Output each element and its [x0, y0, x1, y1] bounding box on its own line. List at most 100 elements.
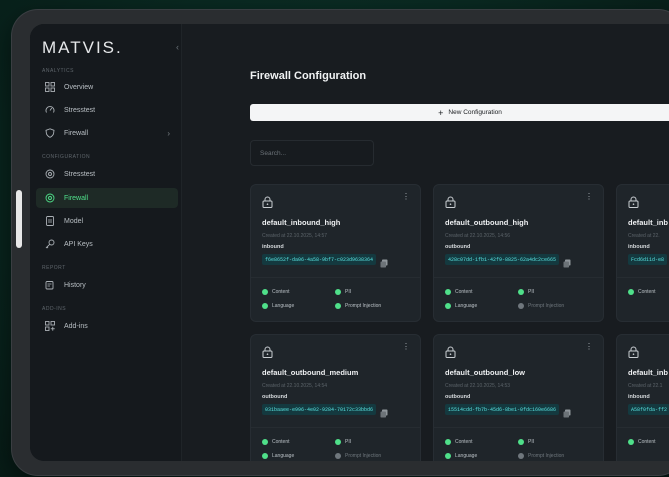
config-id: 031baaee-e996-4e02-9284-70172c33bbd6 — [262, 404, 377, 415]
sidebar-item-label: API Keys — [64, 240, 93, 248]
guard-tag-label: Language — [455, 453, 478, 459]
sidebar-item-add-ins[interactable]: Add-ins — [36, 316, 178, 336]
app-logo: MATVIS. — [42, 38, 123, 57]
more-options-icon[interactable]: ⋮ — [402, 192, 410, 201]
guard-tag: Language — [262, 453, 294, 459]
shield-check-icon — [335, 453, 341, 459]
main-content: Firewall Configuration + New Configurati… — [182, 24, 669, 461]
sidebar-item-history[interactable]: History — [36, 275, 178, 295]
guard-tag: Content — [628, 439, 656, 445]
copy-icon[interactable] — [563, 255, 571, 273]
copy-icon[interactable] — [380, 405, 388, 423]
guard-tag-label: Prompt Injection — [345, 303, 382, 309]
sidebar-item-firewall-config[interactable]: Firewall — [36, 188, 178, 208]
guard-tag: Content — [445, 289, 473, 295]
lock-icon — [262, 195, 273, 213]
add-grid-icon — [44, 320, 56, 332]
firewall-config-card[interactable]: ⋮ default_outbound_low Created at 22.10.20… — [433, 334, 604, 461]
sidebar-item-label: Stresstest — [64, 170, 96, 178]
search-box[interactable] — [250, 140, 374, 166]
new-configuration-button[interactable]: + New Configuration — [250, 104, 669, 121]
guard-tag: Language — [445, 453, 477, 459]
sidebar-item-overview[interactable]: Overview — [36, 77, 178, 97]
guard-tag: Prompt Injection — [518, 303, 564, 309]
sidebar-item-firewall-analytics[interactable]: Firewall › — [36, 123, 178, 143]
copy-icon[interactable] — [380, 255, 388, 273]
guard-tag-label: Content — [638, 289, 656, 295]
key-icon — [44, 238, 56, 250]
card-divider — [617, 277, 669, 278]
guard-tag: Prompt Injection — [518, 453, 564, 459]
config-direction: inbound — [262, 244, 284, 250]
gauge-icon — [44, 104, 56, 116]
shield-check-icon — [445, 289, 451, 295]
config-name: default_inbound_high — [262, 218, 341, 227]
guard-tag-label: Language — [455, 303, 478, 309]
firewall-config-card[interactable]: ⋮default_inbCreated at 22.1inboundA58f0f… — [616, 334, 669, 461]
more-options-icon[interactable]: ⋮ — [402, 342, 410, 351]
shield-check-icon — [445, 439, 451, 445]
more-options-icon[interactable]: ⋮ — [585, 192, 593, 201]
more-options-icon[interactable]: ⋮ — [585, 342, 593, 351]
config-id: A58f0fda-ff2 — [628, 404, 669, 415]
shield-check-icon — [518, 453, 524, 459]
search-input[interactable] — [260, 149, 373, 157]
sidebar-item-label: History — [64, 281, 86, 289]
sidebar-item-api-keys[interactable]: API Keys — [36, 234, 178, 254]
chevron-right-icon: › — [167, 128, 170, 138]
shield-check-icon — [518, 439, 524, 445]
shield-check-icon — [445, 303, 451, 309]
guard-tag: PII — [518, 439, 534, 445]
shield-settings-icon — [44, 192, 56, 204]
shield-check-icon — [262, 303, 268, 309]
plus-icon: + — [438, 107, 444, 118]
guard-tag-label: Language — [272, 453, 295, 459]
config-name: default_outbound_low — [445, 368, 525, 377]
config-name: default_outbound_medium — [262, 368, 359, 377]
guard-tag: Prompt Injection — [335, 453, 381, 459]
sidebar-item-label: Firewall — [64, 194, 89, 202]
app-screen: MATVIS. ‹ ANALYTICS Overview Stresstest … — [30, 24, 669, 461]
sidebar-item-stresstest-analytics[interactable]: Stresstest — [36, 100, 178, 120]
copy-icon[interactable] — [563, 405, 571, 423]
shield-check-icon — [628, 439, 634, 445]
firewall-config-card[interactable]: ⋮ default_outbound_high Created at 22.10.2… — [433, 184, 604, 322]
guard-tag-label: PII — [345, 439, 352, 445]
sidebar-item-model[interactable]: Model — [36, 211, 178, 231]
sidebar-item-stresstest-config[interactable]: Stresstest — [36, 164, 178, 184]
card-divider — [434, 277, 603, 278]
shield-check-icon — [335, 289, 341, 295]
shield-check-icon — [262, 453, 268, 459]
guard-tag: Language — [445, 303, 477, 309]
config-direction: outbound — [262, 394, 288, 400]
config-id: f6e8652f-da06-4a58-9bf7-c023d9638364 — [262, 254, 377, 265]
history-icon — [44, 279, 56, 291]
config-id: Fcd6d11d-e8 — [628, 254, 668, 265]
guard-tag: Content — [262, 289, 290, 295]
sidebar-section-analytics: ANALYTICS — [42, 68, 74, 74]
firewall-config-card[interactable]: ⋮ default_outbound_medium Created at 22.10… — [250, 334, 421, 461]
config-created: Created at 22.10.2025, 14:56 — [445, 233, 511, 239]
guard-tag-label: Prompt Injection — [528, 453, 565, 459]
guard-tag: Content — [445, 439, 473, 445]
config-direction: inbound — [628, 244, 650, 250]
sidebar-section-add-ins: ADD-INS — [42, 306, 67, 312]
lock-icon — [445, 195, 456, 213]
firewall-config-card[interactable]: ⋮ default_inbound_high Created at 22.10.20… — [250, 184, 421, 322]
config-created: Created at 22.10.2025, 14:54 — [262, 383, 328, 389]
shield-check-icon — [262, 289, 268, 295]
lock-icon — [262, 345, 273, 363]
card-divider — [617, 427, 669, 428]
guard-tag: PII — [518, 289, 534, 295]
guard-tag-label: Content — [455, 289, 473, 295]
tablet-side-button — [16, 190, 22, 248]
chevron-left-icon[interactable]: ‹ — [176, 42, 179, 52]
firewall-config-card[interactable]: ⋮default_inbCreated at 22.inboundFcd6d11… — [616, 184, 669, 322]
sidebar-item-label: Add-ins — [64, 322, 88, 330]
config-id: 15514cdd-fb7b-45d6-8be1-0fdc160e6686 — [445, 404, 560, 415]
page-title: Firewall Configuration — [250, 70, 367, 82]
config-id: 428c07dd-1fb1-42f9-8825-62a4dc2ce665 — [445, 254, 560, 265]
config-direction: outbound — [445, 394, 471, 400]
config-direction: inbound — [628, 394, 650, 400]
shield-icon — [44, 127, 56, 139]
